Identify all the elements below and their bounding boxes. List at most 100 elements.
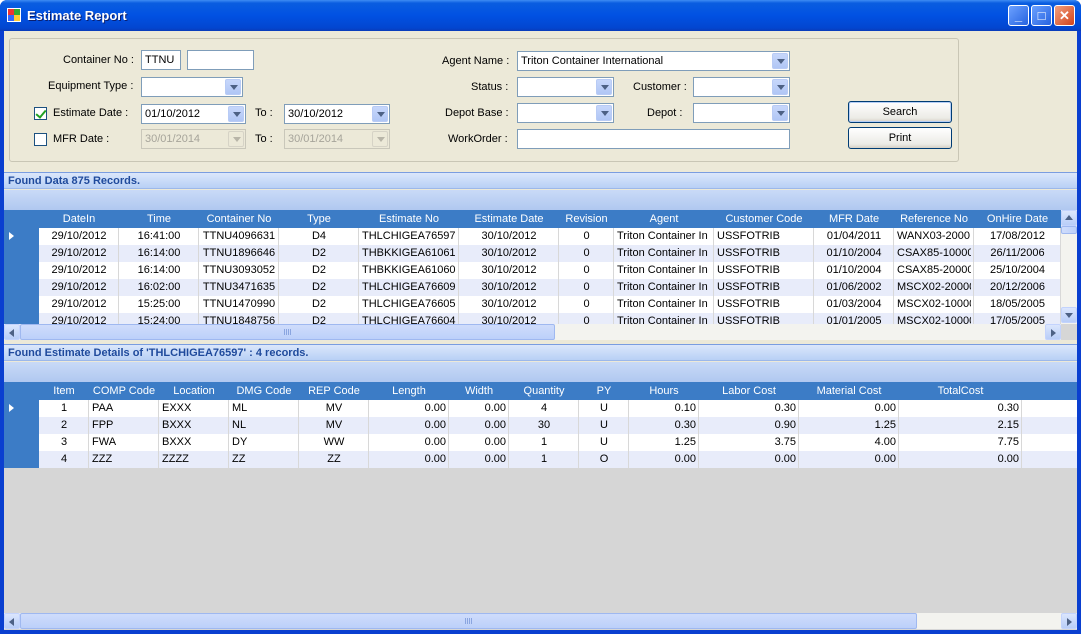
equipment-type-select[interactable] <box>141 77 243 97</box>
close-button[interactable]: ✕ <box>1054 5 1075 26</box>
scroll-thumb[interactable] <box>20 324 555 340</box>
scroll-thumb[interactable] <box>1061 226 1077 234</box>
depot-base-label: Depot Base : <box>445 107 509 119</box>
table-cell: 2 <box>60 419 68 431</box>
customer-select[interactable] <box>693 77 790 97</box>
scroll-left-icon[interactable] <box>4 324 20 340</box>
table-cell: USSFOTRIB <box>717 247 780 259</box>
column-header[interactable]: MFR Date <box>814 213 894 225</box>
chevron-down-icon[interactable] <box>772 105 788 121</box>
column-header[interactable]: DMG Code <box>229 385 299 397</box>
table-cell: ML <box>232 402 248 414</box>
chevron-down-icon[interactable] <box>772 79 788 95</box>
column-header[interactable]: Estimate No <box>359 213 459 225</box>
table-row[interactable]: 29/10/2012 16:41:00 TTNU4096631 D4 THLCHIGEA… <box>39 228 1061 245</box>
table-cell: 26/11/2006 <box>990 247 1045 259</box>
table-cell: THLCHIGEA76609 <box>362 281 456 293</box>
column-header[interactable]: Type <box>279 213 359 225</box>
current-row-arrow-icon <box>9 404 14 412</box>
column-header[interactable]: TotalCost <box>899 385 1022 397</box>
column-header[interactable]: Agent <box>614 213 714 225</box>
chevron-down-icon[interactable] <box>228 106 244 122</box>
container-prefix-input[interactable]: TTNU <box>141 50 181 70</box>
column-header[interactable]: Material Cost <box>799 385 899 397</box>
estimates-vertical-scrollbar[interactable] <box>1061 210 1077 324</box>
estimates-grid[interactable]: DateIn Time Container No Type Estimate No Est… <box>4 210 1077 340</box>
chevron-down-icon[interactable] <box>596 105 612 121</box>
scroll-right-icon[interactable] <box>1061 613 1077 629</box>
table-row[interactable]: 2 FPP BXXX NL MV 0.00 0.00 30 U 0.30 0.90 1.25 2.15 <box>39 417 1077 434</box>
details-horizontal-scrollbar[interactable] <box>4 613 1077 629</box>
scroll-left-icon[interactable] <box>4 613 20 629</box>
column-header[interactable]: Revision <box>559 213 614 225</box>
column-header[interactable]: Customer Code <box>714 213 814 225</box>
table-row[interactable]: 29/10/2012 16:02:00 TTNU3471635 D2 THLCHIGEA… <box>39 279 1061 296</box>
search-button[interactable]: Search <box>848 101 952 123</box>
column-header[interactable]: Time <box>119 213 199 225</box>
table-row[interactable]: 3 FWA BXXX DY WW 0.00 0.00 1 U 1.25 3.75 4.00 7.75 <box>39 434 1077 451</box>
column-header[interactable]: Location <box>159 385 229 397</box>
title-bar[interactable]: Estimate Report _ □ ✕ <box>0 0 1081 31</box>
details-grid[interactable]: Item COMP Code Location DMG Code REP Code Len… <box>4 382 1077 630</box>
minimize-button[interactable]: _ <box>1008 5 1029 26</box>
chevron-down-icon[interactable] <box>772 53 788 69</box>
agent-name-label: Agent Name : <box>442 55 510 67</box>
mfr-date-checkbox[interactable] <box>34 133 47 146</box>
scroll-right-icon[interactable] <box>1045 324 1061 340</box>
mfr-date-from-picker[interactable]: 30/01/2014 <box>141 129 246 149</box>
chevron-down-icon[interactable] <box>372 106 388 122</box>
table-cell: 29/10/2012 <box>51 247 107 259</box>
table-cell: 3.75 <box>774 436 796 448</box>
details-header-row: Item COMP Code Location DMG Code REP Code Len… <box>4 382 1077 400</box>
table-cell: 0.00 <box>424 419 446 431</box>
table-row[interactable]: 29/10/2012 16:14:00 TTNU3093052 D2 THBKKIGEA… <box>39 262 1061 279</box>
minimize-icon: _ <box>1014 8 1023 23</box>
table-cell: 15:25:00 <box>137 298 181 310</box>
scroll-down-icon[interactable] <box>1061 307 1077 323</box>
column-header[interactable]: Quantity <box>509 385 579 397</box>
table-cell: 01/10/2004 <box>826 264 882 276</box>
column-header[interactable]: DateIn <box>39 213 119 225</box>
status-select[interactable] <box>517 77 614 97</box>
table-row[interactable]: 4 ZZZ ZZZZ ZZ ZZ 0.00 0.00 1 O 0.00 0.00 0.00 0.00 <box>39 451 1077 468</box>
workorder-input[interactable] <box>517 129 790 149</box>
table-row[interactable]: 1 PAA EXXX ML MV 0.00 0.00 4 U 0.10 0.30 0.00 0.30 <box>39 400 1077 417</box>
mfr-date-to-picker[interactable]: 30/01/2014 <box>284 129 390 149</box>
chevron-down-icon[interactable] <box>225 79 241 95</box>
column-header[interactable]: REP Code <box>299 385 369 397</box>
scroll-up-icon[interactable] <box>1061 210 1077 226</box>
depot-select[interactable] <box>693 103 790 123</box>
estimates-horizontal-scrollbar[interactable] <box>4 324 1061 340</box>
column-header[interactable]: OnHire Date <box>974 213 1061 225</box>
column-header[interactable]: Container No <box>199 213 279 225</box>
estimate-date-from-picker[interactable]: 01/10/2012 <box>141 104 246 124</box>
column-header[interactable]: Length <box>369 385 449 397</box>
column-header[interactable]: PY <box>579 385 629 397</box>
table-cell: 17/08/2012 <box>989 230 1046 242</box>
agent-name-select[interactable]: Triton Container International <box>517 51 790 71</box>
column-header[interactable]: Reference No <box>894 213 974 225</box>
table-cell: 1.25 <box>874 419 896 431</box>
table-cell: 0.00 <box>997 453 1019 465</box>
column-header[interactable]: Estimate Date <box>459 213 559 225</box>
scroll-thumb[interactable] <box>20 613 917 629</box>
table-cell: 0 <box>583 281 590 293</box>
maximize-button[interactable]: □ <box>1031 5 1052 26</box>
column-header[interactable]: Labor Cost <box>699 385 799 397</box>
column-header[interactable]: Hours <box>629 385 699 397</box>
table-row[interactable]: 29/10/2012 15:25:00 TTNU1470990 D2 THLCHIGEA… <box>39 296 1061 313</box>
table-cell: 0 <box>583 264 590 276</box>
table-row[interactable]: 29/10/2012 16:14:00 TTNU1896646 D2 THBKKIGEA… <box>39 245 1061 262</box>
print-button[interactable]: Print <box>848 127 952 149</box>
estimate-date-checkbox[interactable] <box>34 107 47 120</box>
table-cell: TTNU3093052 <box>202 264 276 276</box>
status-label: Status : <box>471 81 509 93</box>
container-number-input[interactable] <box>187 50 254 70</box>
table-cell: THBKKIGEA61061 <box>362 247 456 259</box>
column-header[interactable]: Width <box>449 385 509 397</box>
estimate-date-to-picker[interactable]: 30/10/2012 <box>284 104 390 124</box>
column-header[interactable]: Item <box>39 385 89 397</box>
depot-base-select[interactable] <box>517 103 614 123</box>
column-header[interactable]: COMP Code <box>89 385 159 397</box>
chevron-down-icon[interactable] <box>596 79 612 95</box>
